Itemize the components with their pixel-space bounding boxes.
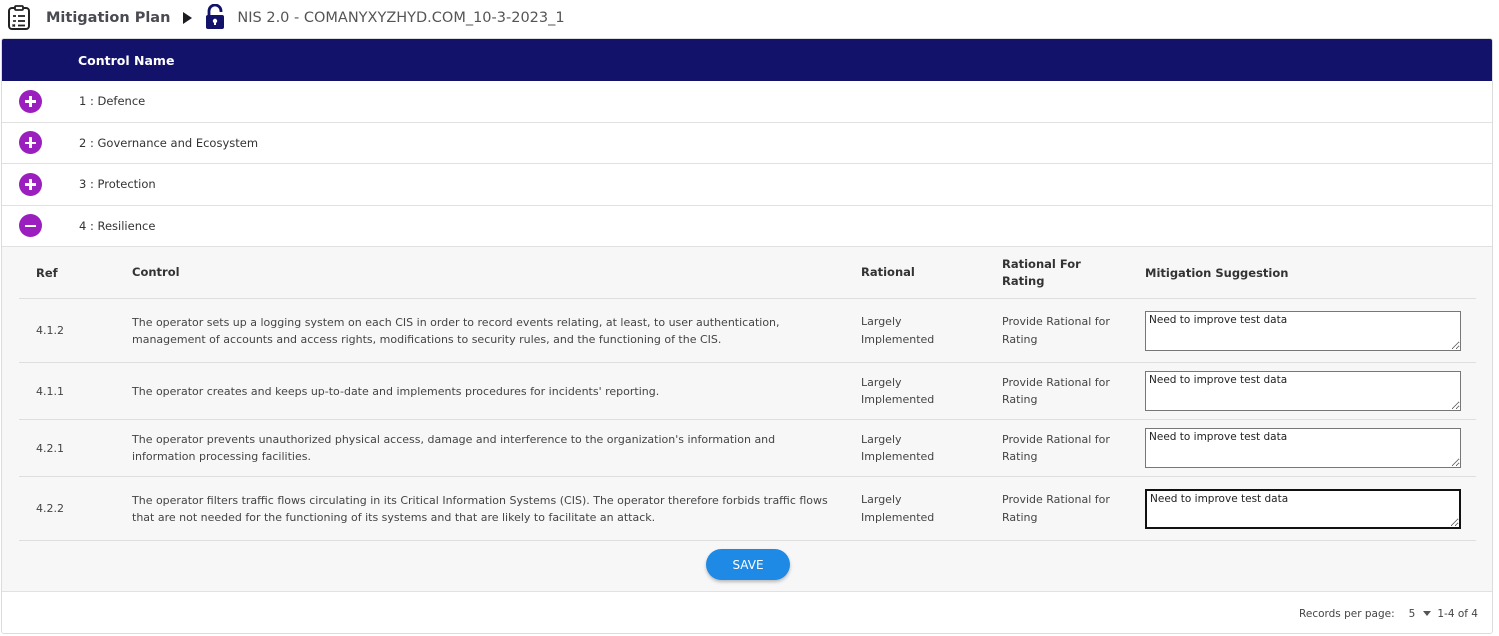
mitigation-suggestion-input[interactable]: Need to improve test data	[1145, 488, 1461, 529]
row-control-text: The operator creates and keeps up-to-dat…	[132, 384, 660, 398]
group-label: 1 : Defence	[79, 94, 146, 109]
row-rational: Largely Implemented	[861, 375, 935, 407]
breadcrumb-arrow-icon	[183, 12, 193, 24]
save-area: SAVE	[2, 549, 1492, 580]
mitigation-suggestion-input[interactable]: Need to improve test data	[1145, 428, 1461, 468]
records-per-page-label: Records per page:	[1299, 607, 1395, 620]
group-row-governance[interactable]: 2 : Governance and Ecosystem	[2, 122, 1492, 164]
table-row: 4.2.2 The operator filters traffic flows…	[19, 477, 1476, 541]
row-control-text: The operator prevents unauthorized physi…	[132, 433, 776, 463]
table-row: 4.2.1 The operator prevents unauthorized…	[19, 420, 1476, 477]
pagination-bar: Records per page: 5 1-4 of 4	[2, 591, 1492, 633]
column-control: Control	[132, 265, 180, 279]
row-mitigation-cell: Need to improve test data	[1145, 488, 1476, 529]
save-button[interactable]: SAVE	[706, 549, 790, 580]
column-rational-for-rating: Rational For Rating	[1002, 256, 1081, 288]
pagination-range: 1-4 of 4	[1437, 607, 1478, 620]
table-row: 4.1.2 The operator sets up a logging sys…	[19, 299, 1476, 363]
mitigation-suggestion-input[interactable]: Need to improve test data	[1145, 371, 1461, 411]
row-control-text: The operator sets up a logging system on…	[132, 315, 780, 346]
row-ref: 4.2.2	[36, 502, 64, 515]
row-rational-for-rating: Provide Rational for Rating	[1002, 315, 1110, 346]
table-header: Control Name	[2, 39, 1492, 81]
mitigation-table-panel: Control Name 1 : Defence 2 : Governance …	[1, 38, 1493, 634]
row-ref: 4.1.1	[36, 384, 64, 398]
expand-plus-icon[interactable]	[19, 131, 42, 155]
group-label: 3 : Protection	[79, 177, 156, 192]
group-label: 4 : Resilience	[79, 218, 156, 233]
records-per-page-select[interactable]: 5	[1409, 608, 1416, 620]
group-row-defence[interactable]: 1 : Defence	[2, 81, 1492, 123]
row-rational: Largely Implemented	[861, 432, 935, 464]
dropdown-caret-icon[interactable]	[1423, 611, 1432, 616]
group-row-protection[interactable]: 3 : Protection	[2, 164, 1492, 206]
column-mitigation-suggestion: Mitigation Suggestion	[1145, 265, 1289, 280]
row-ref: 4.2.1	[36, 441, 64, 455]
lock-icon	[205, 4, 225, 30]
row-ref: 4.1.2	[36, 324, 64, 337]
column-control-name: Control Name	[78, 52, 175, 68]
row-rational-for-rating: Provide Rational for Rating	[1002, 375, 1110, 407]
row-rational: Largely Implemented	[861, 315, 935, 346]
row-mitigation-cell: Need to improve test data	[1145, 310, 1476, 351]
mitigation-suggestion-input[interactable]: Need to improve test data	[1145, 310, 1461, 351]
controls-table-header: Ref Control Rational Rational For Rating…	[19, 247, 1476, 299]
group-label: 2 : Governance and Ecosystem	[79, 135, 259, 150]
row-rational-for-rating: Provide Rational for Rating	[1002, 432, 1110, 464]
breadcrumb-assessment-name: NIS 2.0 - COMANYXYZHYD.COM_10-3-2023_1	[237, 10, 565, 26]
row-mitigation-cell: Need to improve test data	[1145, 428, 1476, 468]
expand-plus-icon[interactable]	[19, 89, 42, 113]
column-ref: Ref	[36, 265, 58, 280]
row-rational-for-rating: Provide Rational for Rating	[1002, 493, 1110, 524]
row-mitigation-cell: Need to improve test data	[1145, 371, 1476, 411]
column-rational: Rational	[861, 264, 915, 279]
row-rational: Largely Implemented	[861, 493, 935, 524]
collapse-minus-icon[interactable]	[19, 214, 42, 238]
checklist-clipboard-icon	[6, 5, 32, 31]
breadcrumb-mitigation-plan[interactable]: Mitigation Plan	[46, 10, 170, 26]
group-row-resilience[interactable]: 4 : Resilience	[2, 205, 1492, 247]
resilience-detail-section: Ref Control Rational Rational For Rating…	[2, 247, 1492, 591]
row-control-text: The operator filters traffic flows circu…	[132, 493, 828, 524]
table-row: 4.1.1 The operator creates and keeps up-…	[19, 363, 1476, 420]
controls-table: Ref Control Rational Rational For Rating…	[19, 247, 1476, 541]
expand-plus-icon[interactable]	[19, 172, 42, 196]
breadcrumb-bar: Mitigation Plan NIS 2.0 - COMANYXYZHYD.C…	[0, 0, 1499, 36]
